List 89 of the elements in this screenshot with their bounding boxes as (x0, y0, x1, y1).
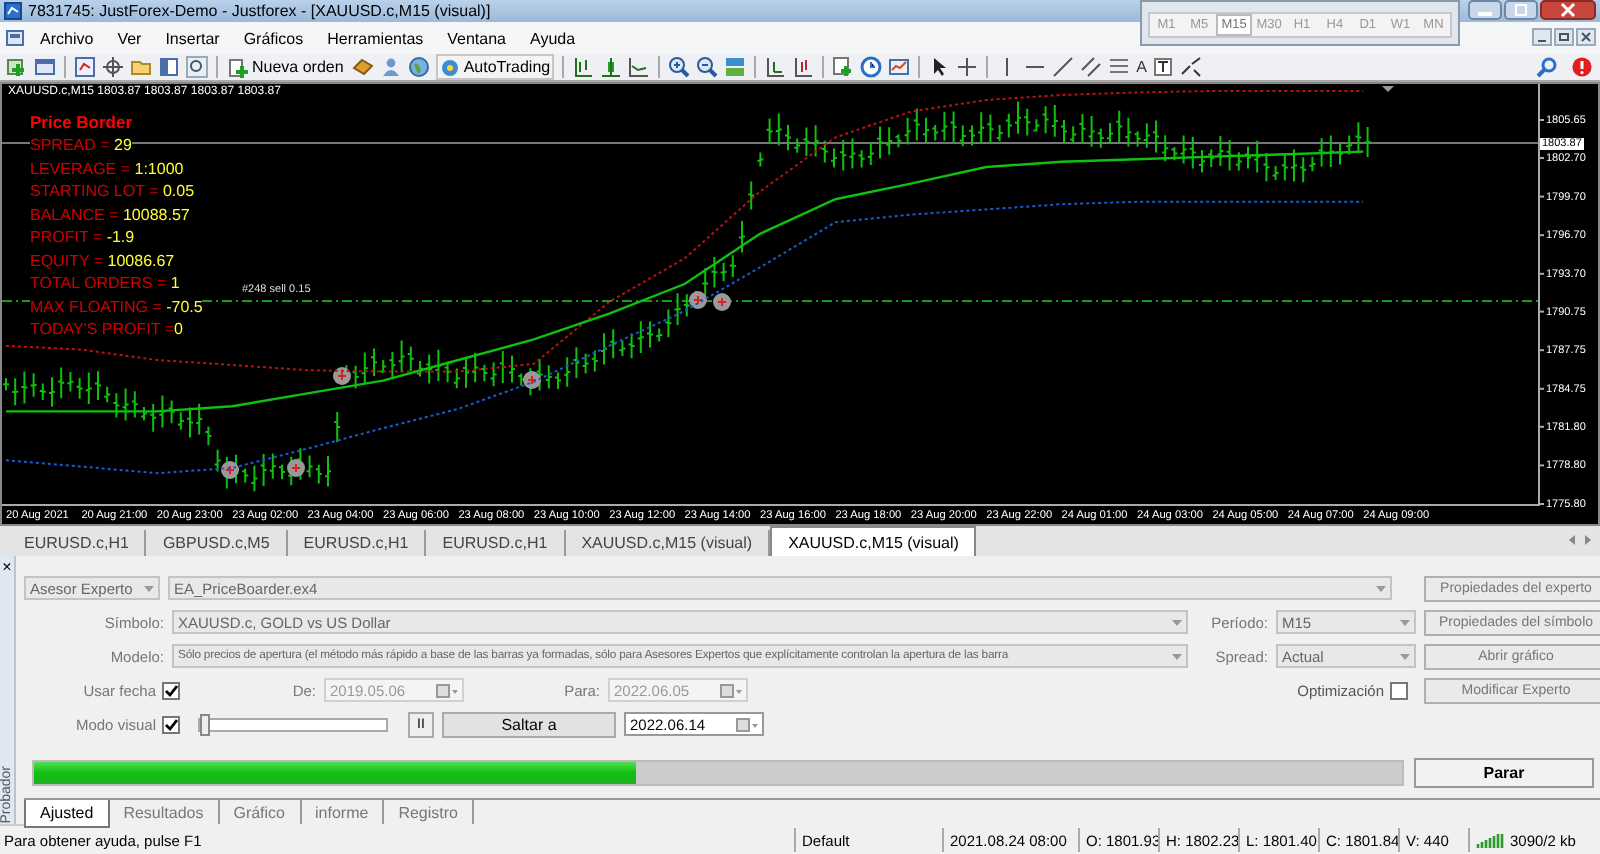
chart-shift-marker-icon (1382, 86, 1394, 92)
price-tick (1538, 195, 1545, 198)
tester-tab[interactable]: Resultados (109, 800, 220, 824)
close-button[interactable]: × (2, 560, 12, 576)
dropdown-arrow-icon (1376, 585, 1386, 591)
chart-tab[interactable]: GBPUSD.c,M5 (146, 530, 288, 556)
price-tick (1538, 310, 1545, 313)
price-tick (1538, 349, 1545, 352)
bar-chart-icon[interactable] (572, 56, 595, 78)
dropdown-arrow-icon (1172, 619, 1182, 625)
trade-marker-icon (712, 292, 732, 312)
trade-marker-icon (286, 458, 306, 478)
minimize-icon[interactable] (1532, 28, 1552, 46)
minimize-icon[interactable] (1468, 0, 1502, 20)
tile-windows-icon[interactable] (724, 56, 747, 78)
line-chart-icon[interactable] (628, 56, 651, 78)
tester-tab[interactable]: Ajusted (24, 800, 110, 828)
window-title: 7831745: JustForex-Demo - Justforex - [XAUUSD.c,M15 (visual)] (28, 2, 491, 20)
menu-item[interactable]: Herramientas (317, 29, 434, 47)
connection-bars-icon (1476, 832, 1504, 848)
tester-tab[interactable]: informe (301, 800, 385, 824)
autotrading-button[interactable]: AutoTrading (435, 54, 555, 80)
calendar-icon (736, 717, 758, 731)
plus-icon[interactable] (6, 56, 28, 78)
scroll-left-icon[interactable] (1568, 534, 1576, 546)
price-tick (1538, 119, 1545, 121)
menu-item[interactable]: Ayuda (520, 29, 586, 47)
text-label-icon[interactable] (1152, 56, 1175, 78)
trade-marker-icon (522, 370, 542, 390)
trend-line-icon[interactable] (1052, 56, 1075, 78)
zoom-in-icon[interactable] (668, 56, 691, 78)
menu-item[interactable]: Insertar (155, 29, 230, 47)
dropdown-arrow-icon (1172, 653, 1182, 659)
chart-tab[interactable]: EURUSD.c,H1 (426, 530, 566, 556)
chart-tab[interactable]: XAUUSD.c,M15 (visual) (770, 526, 977, 556)
dropdown-arrow-icon (1400, 653, 1410, 659)
price-tick (1538, 234, 1545, 237)
calendar-icon (436, 683, 458, 697)
price-tick (1538, 464, 1545, 467)
chart-tab[interactable]: EURUSD.c,H1 (287, 530, 427, 556)
text-tool[interactable]: A (1136, 58, 1147, 76)
skip-to-button[interactable]: Saltar a (442, 711, 616, 737)
price-tick (1538, 425, 1545, 428)
menu-item[interactable]: Ventana (437, 29, 517, 47)
tester-tab[interactable]: Gráfico (219, 800, 302, 824)
calendar-icon (720, 683, 742, 697)
restore-icon[interactable] (1504, 0, 1538, 20)
price-tick (1538, 157, 1545, 159)
scroll-right-icon[interactable] (1584, 534, 1592, 546)
menu-app-icon (6, 28, 26, 48)
close-icon[interactable] (1540, 0, 1596, 20)
new-order-button[interactable]: Nueva orden (226, 54, 346, 80)
panel-icon[interactable] (158, 56, 180, 78)
chart-window-icon[interactable] (74, 56, 96, 78)
restore-icon[interactable] (1554, 28, 1574, 46)
clock-icon[interactable] (860, 56, 883, 78)
tester-tab[interactable]: Registro (384, 800, 474, 824)
checkbox[interactable] (1390, 681, 1408, 699)
trade-marker-icon (220, 460, 240, 480)
speed-slider[interactable] (198, 717, 388, 731)
people-icon[interactable] (379, 56, 402, 78)
stop-button[interactable]: Parar (1414, 758, 1594, 788)
search-icon[interactable] (1536, 56, 1558, 78)
dropdown-arrow-icon (1400, 619, 1410, 625)
price-tick (1538, 387, 1545, 390)
window-icon[interactable] (34, 56, 56, 78)
alert-icon[interactable] (1570, 56, 1592, 78)
crosshair-icon[interactable] (956, 56, 979, 78)
dropdown-arrow-icon (144, 585, 154, 591)
checkbox[interactable] (162, 681, 180, 699)
slider-thumb[interactable] (200, 713, 210, 735)
info-title: Price Border (30, 112, 135, 136)
menu-item[interactable]: Archivo (30, 29, 104, 47)
trade-marker-icon (332, 366, 352, 386)
menu-item[interactable]: Gráficos (233, 29, 314, 47)
info-label: EQUITY = (30, 251, 108, 274)
menu-item[interactable]: Ver (107, 29, 152, 47)
candle-chart-icon[interactable] (600, 56, 623, 78)
zoom-out-icon[interactable] (696, 56, 719, 78)
plus-indicator-icon[interactable] (832, 56, 855, 78)
checkbox[interactable] (162, 715, 180, 733)
globe-icon[interactable] (407, 56, 430, 78)
crosshair-icon[interactable] (102, 56, 124, 78)
trade-marker-icon (688, 290, 708, 310)
cursor-icon[interactable] (928, 56, 951, 78)
price-tick (1538, 272, 1545, 275)
price-tick (1538, 503, 1545, 505)
close-icon[interactable] (1576, 28, 1596, 46)
template-icon[interactable] (888, 56, 911, 78)
